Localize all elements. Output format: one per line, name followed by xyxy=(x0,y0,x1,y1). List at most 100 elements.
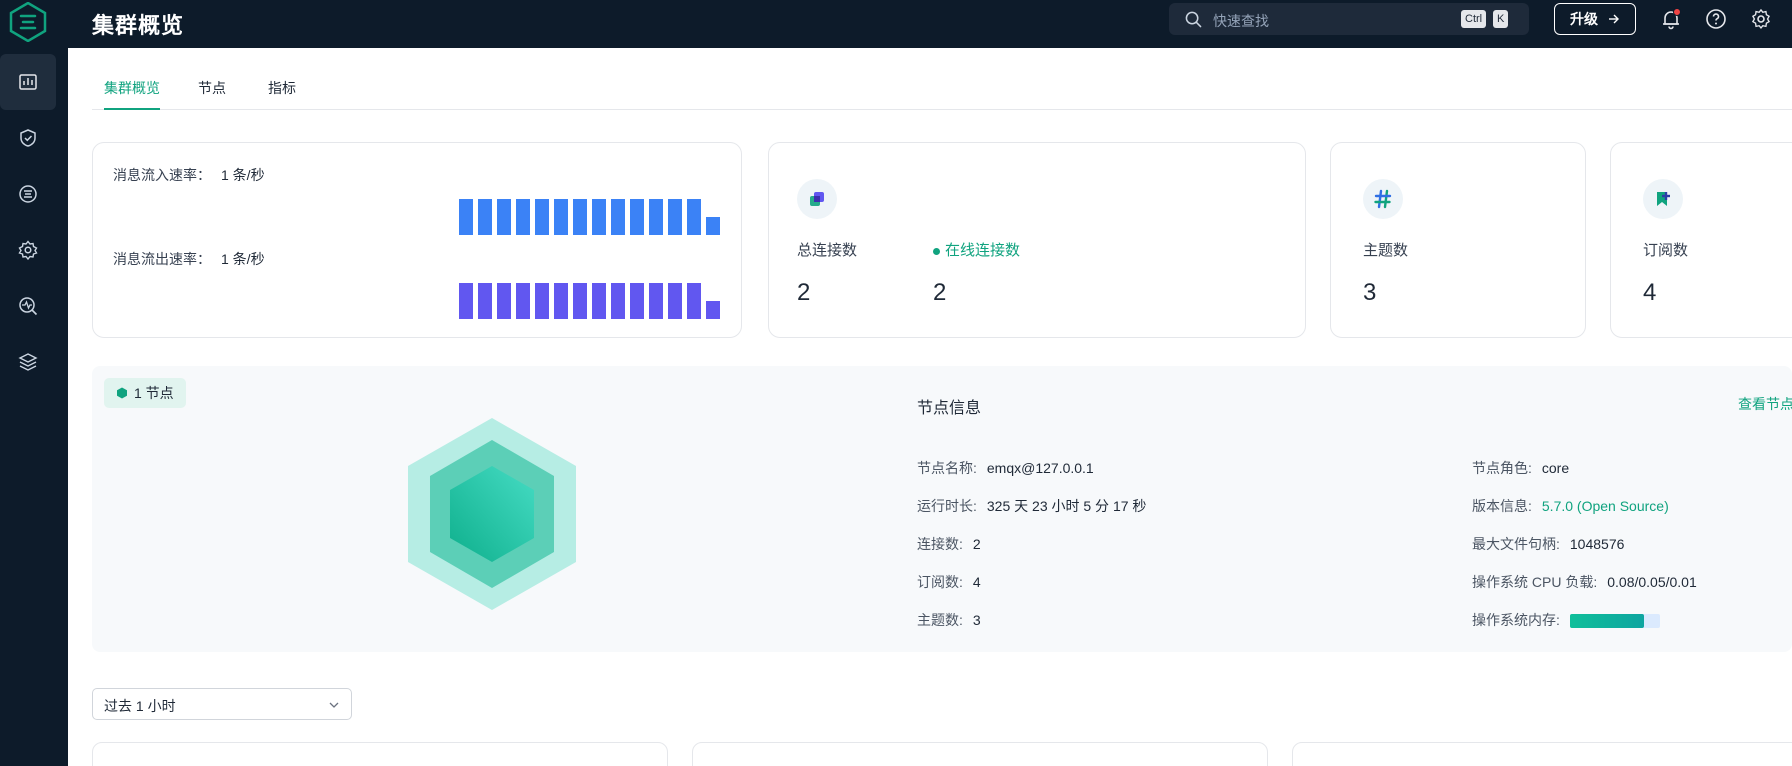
incoming-rate-bar xyxy=(478,199,492,235)
outgoing-rate-bar xyxy=(687,283,701,319)
node-uptime-row: 运行时长: 325 天 23 小时 5 分 17 秒 xyxy=(917,496,1146,516)
outgoing-rate-bar xyxy=(592,283,606,319)
sidebar-item-extensions[interactable] xyxy=(0,334,56,390)
outgoing-messages-chart-card xyxy=(692,742,1268,766)
node-role-row: 节点角色: core xyxy=(1472,458,1569,478)
node-hexagon-graphic[interactable] xyxy=(408,418,576,610)
total-connections-label: 总连接数 xyxy=(797,242,858,259)
node-panel: 1 节点 节点信息 查看节点 节点名称: emqx@127.0.0.1 运行时长:… xyxy=(92,366,1792,652)
tab-metrics[interactable]: 指标 xyxy=(268,78,296,108)
connections-icon xyxy=(797,179,837,219)
tab-bar: 集群概览 节点 指标 xyxy=(92,48,1792,110)
sidebar-item-diagnose[interactable] xyxy=(0,278,56,334)
node-memory-row: 操作系统内存: xyxy=(1472,610,1660,630)
incoming-rate-bar xyxy=(535,199,549,235)
incoming-rate-bar xyxy=(611,199,625,235)
settings-gear-icon xyxy=(18,240,38,260)
node-subscriptions-row: 订阅数: 4 xyxy=(917,572,981,592)
node-cpu-label: 操作系统 CPU 负载: xyxy=(1472,574,1598,590)
arrow-right-icon xyxy=(1609,14,1619,24)
subscriptions-card: 订阅数 4 xyxy=(1610,142,1792,338)
incoming-rate-bar xyxy=(592,199,606,235)
outgoing-rate-bar xyxy=(630,283,644,319)
emqx-logo-icon[interactable] xyxy=(8,2,48,42)
node-uptime-label: 运行时长: xyxy=(917,498,977,514)
memory-usage-bar xyxy=(1569,614,1660,629)
node-topics-value: 3 xyxy=(972,612,981,628)
total-connections-value: 2 xyxy=(797,279,811,306)
node-cpu-value: 0.08/0.05/0.01 xyxy=(1607,574,1697,590)
dashboard-icon xyxy=(19,74,37,90)
outgoing-rate-bar xyxy=(573,283,587,319)
outgoing-rate-value: 1 条/秒 xyxy=(221,251,265,267)
incoming-rate-value: 1 条/秒 xyxy=(221,167,265,183)
hash-icon xyxy=(1363,179,1403,219)
subscription-icon xyxy=(1643,179,1683,219)
settings-gear-icon[interactable] xyxy=(1750,8,1772,30)
node-version-link[interactable]: 5.7.0 (Open Source) xyxy=(1542,498,1669,514)
node-role-label: 节点角色: xyxy=(1472,460,1532,476)
node-max-fd-label: 最大文件句柄: xyxy=(1472,536,1560,552)
incoming-rate-bar xyxy=(459,199,473,235)
node-name-row: 节点名称: emqx@127.0.0.1 xyxy=(917,458,1094,478)
sidebar-item-management[interactable] xyxy=(0,222,56,278)
node-info-title: 节点信息 xyxy=(917,400,982,417)
bell-icon[interactable] xyxy=(1660,8,1682,30)
online-connections-label: 在线连接数 xyxy=(933,239,1020,260)
search-icon xyxy=(1185,11,1202,28)
sidebar-item-dashboard[interactable] xyxy=(0,54,56,110)
sidebar-item-integration[interactable] xyxy=(0,166,56,222)
upgrade-button[interactable]: 升级 xyxy=(1554,3,1636,35)
node-version-row: 版本信息: 5.7.0 (Open Source) xyxy=(1472,496,1669,516)
incoming-rate-label: 消息流入速率： xyxy=(113,167,211,183)
subscriptions-label: 订阅数 xyxy=(1643,242,1689,259)
incoming-rate-bar xyxy=(649,199,663,235)
node-connections-value: 2 xyxy=(972,536,981,552)
node-cpu-row: 操作系统 CPU 负载: 0.08/0.05/0.01 xyxy=(1472,572,1697,592)
message-rate-card: 消息流入速率： 1 条/秒 消息流出速率： 1 条/秒 xyxy=(92,142,742,338)
hexagon-node-icon xyxy=(117,387,127,399)
page-title: 集群概览 xyxy=(92,13,185,38)
node-subscriptions-value: 4 xyxy=(972,574,981,590)
shortcut-ctrl-key: Ctrl xyxy=(1461,10,1487,28)
node-memory-label: 操作系统内存: xyxy=(1472,612,1560,628)
incoming-messages-chart-card xyxy=(92,742,668,766)
tab-cluster-overview[interactable]: 集群概览 xyxy=(104,78,160,110)
help-icon[interactable] xyxy=(1705,8,1727,30)
node-connections-label: 连接数: xyxy=(917,536,963,552)
time-range-value: 过去 1 小时 xyxy=(104,698,176,714)
outgoing-rate-bars xyxy=(459,283,720,319)
diagnose-icon xyxy=(19,297,38,316)
incoming-rate-bars xyxy=(459,199,720,235)
topics-label: 主题数 xyxy=(1363,242,1409,259)
node-max-fd-row: 最大文件句柄: 1048576 xyxy=(1472,534,1624,554)
time-range-select[interactable]: 过去 1 小时 xyxy=(92,688,352,720)
subscriptions-value: 4 xyxy=(1643,279,1657,306)
sidebar-item-access-control[interactable] xyxy=(0,110,56,166)
incoming-rate-bar xyxy=(687,199,701,235)
outgoing-rate-bar xyxy=(478,283,492,319)
node-topics-row: 主题数: 3 xyxy=(917,610,981,630)
online-status-dot xyxy=(933,247,940,255)
outgoing-rate-bar xyxy=(649,283,663,319)
outgoing-rate-bar xyxy=(535,283,549,319)
node-role-value: core xyxy=(1541,460,1570,476)
outgoing-rate-bar xyxy=(611,283,625,319)
tab-nodes[interactable]: 节点 xyxy=(198,78,226,108)
incoming-rate-bar xyxy=(554,199,568,235)
integration-icon xyxy=(19,185,37,203)
connections-card: 总连接数 2 在线连接数 2 xyxy=(768,142,1306,338)
incoming-rate-bar xyxy=(497,199,511,235)
incoming-rate-bar xyxy=(706,217,720,235)
outgoing-rate-label: 消息流出速率： xyxy=(113,251,211,267)
main-content: 集群概览 节点 指标 消息流入速率： 1 条/秒 消息流出速率： 1 条/秒 总… xyxy=(68,48,1792,766)
sidebar xyxy=(0,48,68,766)
chevron-down-icon xyxy=(329,702,339,708)
view-node-link[interactable]: 查看节点 xyxy=(1738,394,1792,414)
search-box[interactable]: 快速查找 Ctrl K xyxy=(1169,3,1529,35)
topics-card: 主题数 3 xyxy=(1330,142,1586,338)
outgoing-rate-bar xyxy=(668,283,682,319)
incoming-rate-bar xyxy=(573,199,587,235)
incoming-rate-bar xyxy=(630,199,644,235)
node-uptime-value: 325 天 23 小时 5 分 17 秒 xyxy=(986,498,1147,514)
